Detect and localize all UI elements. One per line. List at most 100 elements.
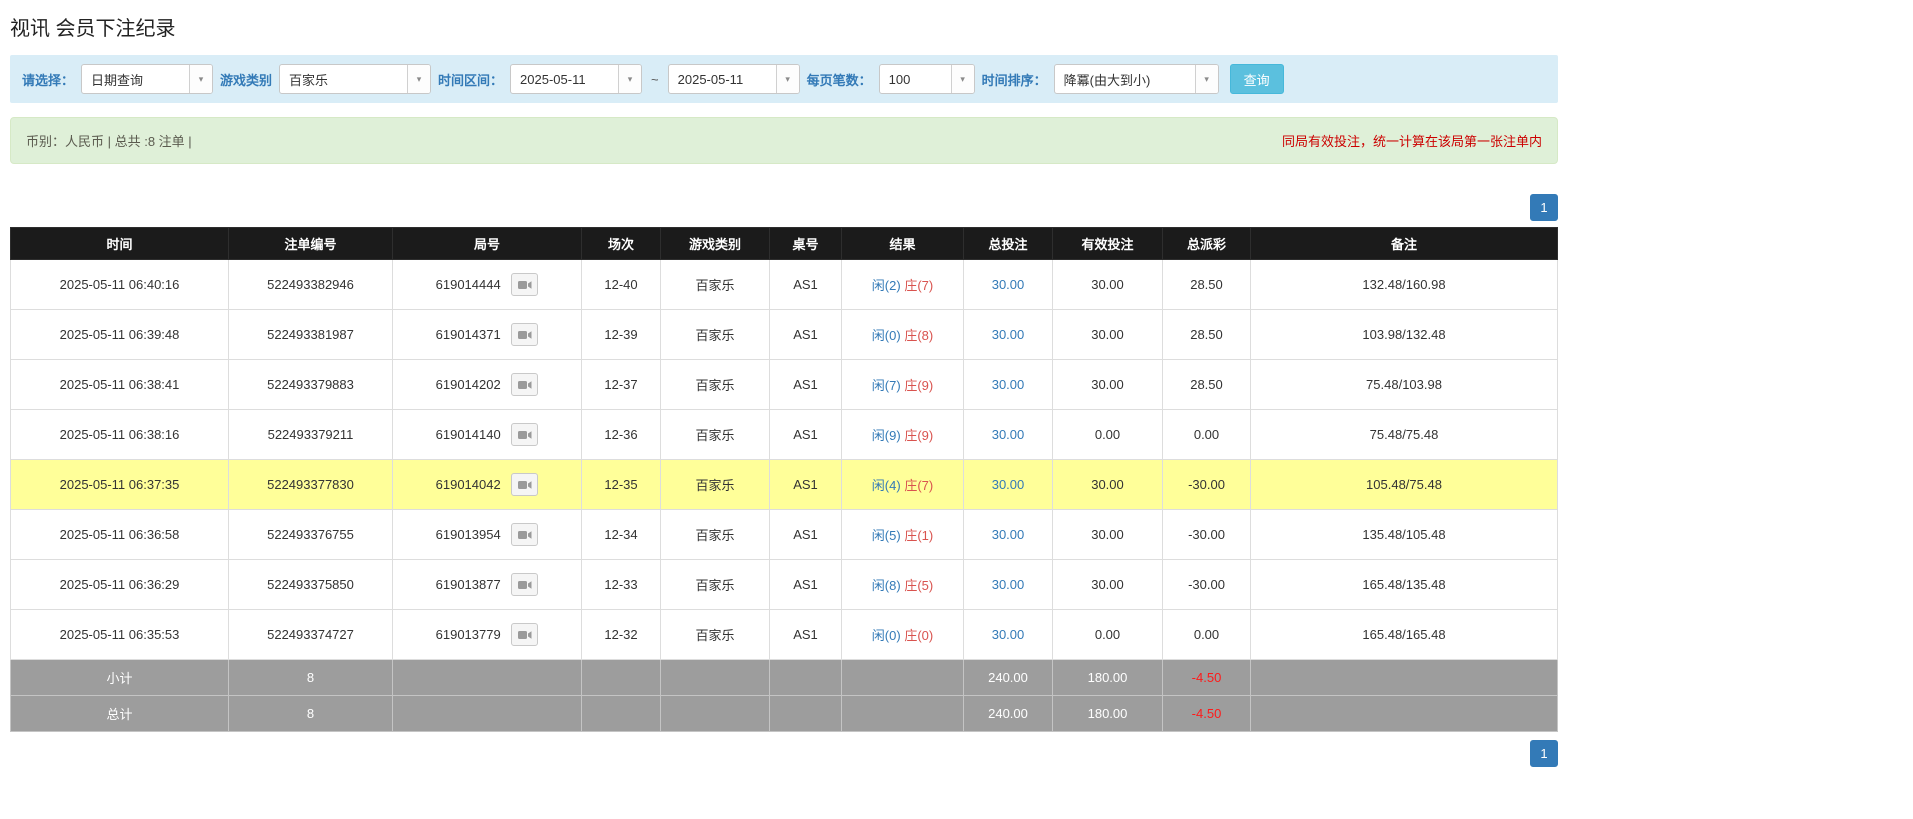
date-from-select[interactable]: 2025-05-11 ▾ [510, 64, 642, 94]
column-header-remark: 备注 [1251, 228, 1558, 260]
result-banker: 庄(0) [904, 628, 933, 643]
filter-bar: 请选择： 日期查询 ▾ 游戏类别 百家乐 ▾ 时间区间： 2025-05-11 … [10, 55, 1558, 103]
cell-payout: 0.00 [1163, 610, 1251, 660]
cell-table-no: AS1 [770, 510, 842, 560]
video-replay-button[interactable] [511, 423, 538, 446]
total-bet-link[interactable]: 30.00 [992, 277, 1025, 292]
cell-time: 2025-05-11 06:35:53 [11, 610, 229, 660]
page-size-select[interactable]: 100 ▾ [879, 64, 975, 94]
video-replay-button[interactable] [511, 273, 538, 296]
table-row: 2025-05-11 06:40:16 522493382946 6190144… [11, 260, 1558, 310]
pagination-bottom: 1 [10, 740, 1558, 767]
cell-time: 2025-05-11 06:40:16 [11, 260, 229, 310]
cell-total-bet: 30.00 [964, 510, 1053, 560]
search-button[interactable]: 查询 [1230, 64, 1284, 94]
result-player: 闲(8) [872, 578, 901, 593]
video-camera-icon [518, 580, 532, 590]
cell-table-no: AS1 [770, 560, 842, 610]
page-button-1[interactable]: 1 [1530, 194, 1558, 221]
pagination-top: 1 [10, 194, 1558, 221]
video-replay-button[interactable] [511, 523, 538, 546]
grand-total-row: 总计 8 240.00 180.00 -4.50 [11, 696, 1558, 732]
total-bet-link[interactable]: 30.00 [992, 477, 1025, 492]
cell-session: 12-40 [582, 260, 661, 310]
result-banker: 庄(9) [904, 428, 933, 443]
table-row: 2025-05-11 06:38:16 522493379211 6190141… [11, 410, 1558, 460]
summary-bar: 币别：人民币 | 总共 :8 注单 | 同局有效投注，统一计算在该局第一张注单内 [10, 117, 1558, 164]
result-player: 闲(5) [872, 528, 901, 543]
video-camera-icon [518, 530, 532, 540]
total-bet-link[interactable]: 30.00 [992, 577, 1025, 592]
video-replay-button[interactable] [511, 373, 538, 396]
cell-payout: -30.00 [1163, 510, 1251, 560]
cell-round: 619014042 [393, 460, 582, 510]
cell-valid-bet: 30.00 [1053, 360, 1163, 410]
table-row: 2025-05-11 06:35:53 522493374727 6190137… [11, 610, 1558, 660]
game-type-select[interactable]: 百家乐 ▾ [279, 64, 431, 94]
chevron-down-icon[interactable]: ▾ [189, 65, 212, 93]
cell-result: 闲(8) 庄(5) [842, 560, 964, 610]
cell-game-type: 百家乐 [661, 260, 770, 310]
cell-table-no: AS1 [770, 310, 842, 360]
grand-total-total-bet: 240.00 [964, 696, 1053, 732]
cell-table-no: AS1 [770, 460, 842, 510]
column-header-total-bet: 总投注 [964, 228, 1053, 260]
cell-game-type: 百家乐 [661, 360, 770, 410]
chevron-down-icon[interactable]: ▾ [776, 65, 799, 93]
result-banker: 庄(5) [904, 578, 933, 593]
date-query-select[interactable]: 日期查询 ▾ [81, 64, 213, 94]
subtotal-label: 小计 [11, 660, 229, 696]
total-bet-link[interactable]: 30.00 [992, 627, 1025, 642]
video-replay-button[interactable] [511, 623, 538, 646]
chevron-down-icon[interactable]: ▾ [618, 65, 641, 93]
total-bet-link[interactable]: 30.00 [992, 427, 1025, 442]
result-banker: 庄(7) [904, 278, 933, 293]
cell-bet-id: 522493379211 [229, 410, 393, 460]
result-player: 闲(2) [872, 278, 901, 293]
cell-remark: 165.48/135.48 [1251, 560, 1558, 610]
filter-label-game-type: 游戏类别 [220, 70, 272, 89]
cell-remark: 75.48/103.98 [1251, 360, 1558, 410]
grand-total-valid-bet: 180.00 [1053, 696, 1163, 732]
chevron-down-icon[interactable]: ▾ [1195, 65, 1218, 93]
cell-round: 619013954 [393, 510, 582, 560]
video-camera-icon [518, 330, 532, 340]
cell-payout: 28.50 [1163, 310, 1251, 360]
cell-table-no: AS1 [770, 610, 842, 660]
cell-bet-id: 522493376755 [229, 510, 393, 560]
table-row: 2025-05-11 06:38:41 522493379883 6190142… [11, 360, 1558, 410]
video-camera-icon [518, 630, 532, 640]
video-replay-button[interactable] [511, 323, 538, 346]
column-header-session: 场次 [582, 228, 661, 260]
page-size-value: 100 [880, 72, 951, 87]
date-to-select[interactable]: 2025-05-11 ▾ [668, 64, 800, 94]
chevron-down-icon[interactable]: ▾ [407, 65, 430, 93]
time-sort-select[interactable]: 降冪(由大到小) ▾ [1054, 64, 1219, 94]
cell-result: 闲(0) 庄(8) [842, 310, 964, 360]
total-bet-link[interactable]: 30.00 [992, 527, 1025, 542]
page-button-1[interactable]: 1 [1530, 740, 1558, 767]
column-header-game-type: 游戏类别 [661, 228, 770, 260]
table-row: 2025-05-11 06:36:29 522493375850 6190138… [11, 560, 1558, 610]
video-replay-button[interactable] [511, 473, 538, 496]
round-id: 619013954 [436, 527, 501, 542]
valid-bet-notice: 同局有效投注，统一计算在该局第一张注单内 [1282, 131, 1542, 150]
total-bet-link[interactable]: 30.00 [992, 327, 1025, 342]
cell-result: 闲(9) 庄(9) [842, 410, 964, 460]
cell-remark: 132.48/160.98 [1251, 260, 1558, 310]
cell-result: 闲(5) 庄(1) [842, 510, 964, 560]
cell-valid-bet: 30.00 [1053, 510, 1163, 560]
table-row: 2025-05-11 06:39:48 522493381987 6190143… [11, 310, 1558, 360]
total-bet-link[interactable]: 30.00 [992, 377, 1025, 392]
cell-remark: 75.48/75.48 [1251, 410, 1558, 460]
date-from-value: 2025-05-11 [511, 72, 618, 87]
cell-payout: 28.50 [1163, 360, 1251, 410]
time-sort-value: 降冪(由大到小) [1055, 70, 1195, 89]
filter-label-sort: 时间排序： [982, 70, 1047, 89]
filter-label-page-size: 每页笔数： [807, 70, 872, 89]
chevron-down-icon[interactable]: ▾ [951, 65, 974, 93]
result-banker: 庄(9) [904, 378, 933, 393]
cell-result: 闲(4) 庄(7) [842, 460, 964, 510]
cell-time: 2025-05-11 06:38:16 [11, 410, 229, 460]
video-replay-button[interactable] [511, 573, 538, 596]
